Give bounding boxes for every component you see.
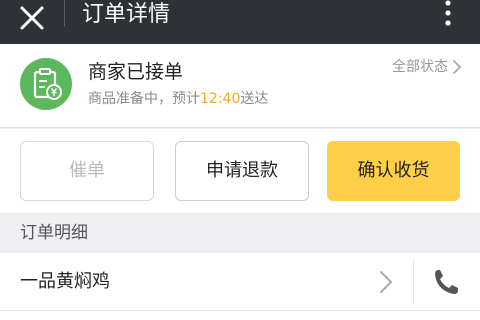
shop-row[interactable]: 一品黄焖鸡	[0, 253, 480, 311]
eta-time: 12:40	[200, 91, 241, 107]
all-status-link[interactable]: 全部状态	[392, 58, 462, 76]
app-bar-divider	[64, 0, 65, 26]
shop-name: 一品黄焖鸡	[20, 271, 110, 292]
refund-button[interactable]: 申请退款	[175, 141, 309, 201]
status-headline: 商家已接单	[88, 61, 184, 83]
confirm-receipt-button[interactable]: 确认收货	[327, 141, 460, 201]
close-button[interactable]	[18, 4, 46, 38]
more-vertical-icon	[445, 0, 451, 26]
chevron-right-icon	[453, 60, 462, 74]
order-details-header: 订单明细	[0, 213, 480, 253]
more-button[interactable]	[440, 0, 456, 26]
phone-icon[interactable]	[432, 267, 460, 297]
chevron-right-icon	[380, 271, 393, 293]
row-divider	[413, 259, 414, 305]
status-subtitle: 商品准备中，预计12:40送达	[88, 90, 268, 108]
status-sub-suffix: 送达	[240, 91, 269, 107]
close-icon	[20, 6, 44, 30]
order-status-badge	[20, 58, 72, 110]
next-row-partial	[0, 311, 480, 320]
order-status-card: 商家已接单 商品准备中，预计12:40送达 全部状态	[0, 44, 480, 128]
order-actions: 催单 申请退款 确认收货	[0, 129, 480, 213]
all-status-label: 全部状态	[392, 59, 448, 75]
app-bar: 订单详情	[0, 0, 480, 44]
receipt-yuan-icon	[33, 68, 62, 100]
page-title: 订单详情	[82, 2, 171, 27]
section-title: 订单明细	[20, 223, 88, 243]
status-sub-prefix: 商品准备中，预计	[88, 91, 200, 107]
urge-order-button[interactable]: 催单	[20, 141, 154, 201]
